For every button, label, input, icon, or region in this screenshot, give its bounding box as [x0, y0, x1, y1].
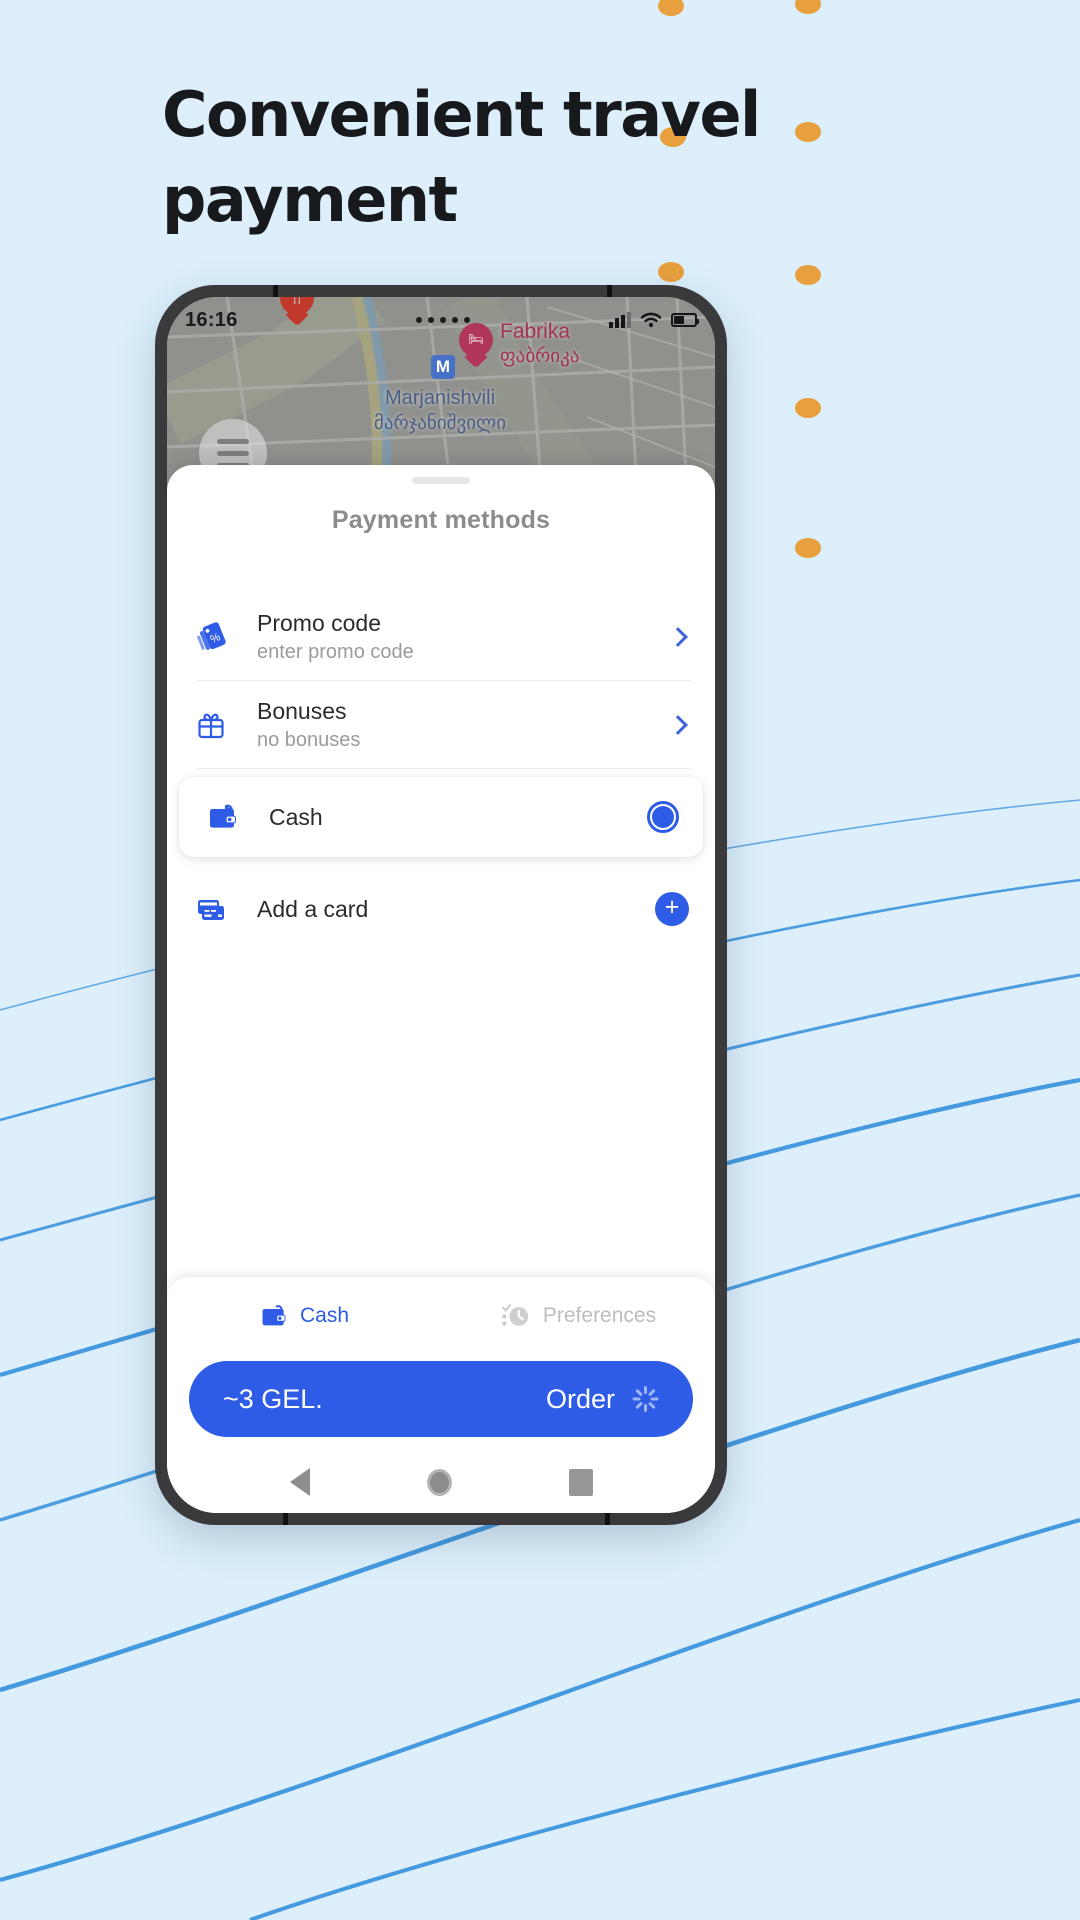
decorative-dot	[658, 0, 684, 16]
order-label: Order	[545, 1383, 615, 1414]
list-item-text: Cash	[249, 803, 647, 831]
list-item-subtitle: no bonuses	[257, 729, 361, 751]
battery-icon	[671, 313, 699, 327]
list-item-text: Add a card	[237, 895, 655, 923]
promo-headline: Convenient travel payment	[162, 78, 761, 236]
list-item-title: Bonuses	[257, 698, 347, 724]
chevron-right-icon[interactable]	[668, 627, 688, 647]
bottom-option-label: Cash	[299, 1304, 350, 1327]
wallet-icon	[262, 1305, 286, 1326]
signal-bar	[627, 312, 631, 328]
gift-icon	[185, 707, 237, 743]
metro-station-badge[interactable]: M	[431, 355, 455, 379]
bottom-option-preferences[interactable]: Preferences	[441, 1301, 715, 1331]
order-price: ~3 GEL.	[223, 1383, 323, 1414]
menu-bar	[217, 450, 249, 456]
list-item-subtitle: enter promo code	[257, 641, 414, 663]
bottom-option-label: Preferences	[542, 1304, 657, 1327]
signal-bar	[609, 322, 613, 328]
menu-bar	[217, 438, 249, 444]
decorative-dot	[795, 398, 821, 418]
credit-cards-icon	[185, 891, 237, 927]
sheet-title: Payment methods	[331, 506, 551, 534]
wallet-icon	[197, 800, 249, 834]
list-item-bonuses[interactable]: Bonuses no bonuses	[167, 681, 715, 769]
list-item-promo-code[interactable]: % Promo code enter promo code	[167, 593, 715, 681]
android-nav-bar	[167, 1451, 715, 1513]
list-item-title: Cash	[269, 804, 323, 830]
sheet-bottom-bar: Cash Preferences ~3 GEL. Order	[167, 1277, 715, 1451]
payment-methods-list: % Promo code enter promo code Bonuses no…	[167, 593, 715, 953]
notification-dot	[452, 317, 459, 323]
phone-mockup: M Marjanishvili მარჯანიშვილი 🛏 Fabrika ფ…	[155, 285, 727, 1525]
sheet-drag-handle[interactable]	[412, 477, 470, 484]
list-item-cash[interactable]: Cash	[179, 777, 703, 857]
battery-fill	[674, 316, 685, 324]
home-circle-icon[interactable]	[426, 1468, 452, 1496]
wifi-icon	[640, 312, 662, 328]
decorative-dot	[658, 262, 684, 282]
notification-dot	[428, 317, 435, 323]
notification-dots	[238, 317, 609, 323]
loading-spinner-icon	[631, 1385, 659, 1413]
status-icons	[609, 312, 699, 328]
signal-bar	[621, 315, 625, 328]
list-item-text: Promo code enter promo code	[237, 609, 671, 665]
notification-dot	[416, 317, 423, 323]
signal-bars-icon	[609, 312, 631, 328]
recents-square-icon[interactable]	[568, 1468, 593, 1496]
notification-dot	[464, 317, 471, 323]
bottom-option-cash[interactable]: Cash	[167, 1301, 441, 1331]
map-label-marjanishvili: Marjanishvili მარჯანიშვილი	[335, 385, 545, 437]
promo-tag-percent-icon: %	[185, 619, 237, 655]
payment-methods-sheet: Payment methods % Promo code enter promo…	[167, 465, 715, 1513]
map-label-georgian: მარჯანიშვილი	[373, 413, 507, 434]
notification-dot	[440, 317, 447, 323]
list-item-add-a-card[interactable]: Add a card +	[167, 865, 715, 953]
poi-name-georgian: ფაბრიკა	[500, 346, 580, 367]
status-time: 16:16	[185, 308, 238, 331]
signal-bar	[615, 318, 619, 328]
decorative-dot	[795, 265, 821, 285]
map-label-latin: Marjanishvili	[384, 387, 496, 409]
list-item-title: Promo code	[257, 610, 382, 636]
back-triangle-icon[interactable]	[289, 1468, 310, 1496]
plus-button-icon[interactable]: +	[655, 892, 689, 926]
list-item-title: Add a card	[257, 896, 369, 922]
radio-selected-icon[interactable]	[647, 801, 679, 833]
order-button[interactable]: ~3 GEL. Order	[189, 1361, 693, 1437]
radio-inner-dot	[652, 806, 674, 828]
promo-screenshot: Convenient travel payment M Marjanishvil…	[0, 0, 1080, 1920]
list-item-text: Bonuses no bonuses	[237, 697, 671, 753]
decorative-dot	[795, 0, 821, 14]
phone-screen: M Marjanishvili მარჯანიშვილი 🛏 Fabrika ფ…	[167, 297, 715, 1513]
chevron-right-icon[interactable]	[668, 715, 688, 735]
status-bar: 16:16	[167, 297, 715, 343]
checklist-clock-icon	[502, 1304, 529, 1326]
decorative-dot	[795, 538, 821, 558]
payment-options-row: Cash Preferences	[167, 1277, 715, 1355]
